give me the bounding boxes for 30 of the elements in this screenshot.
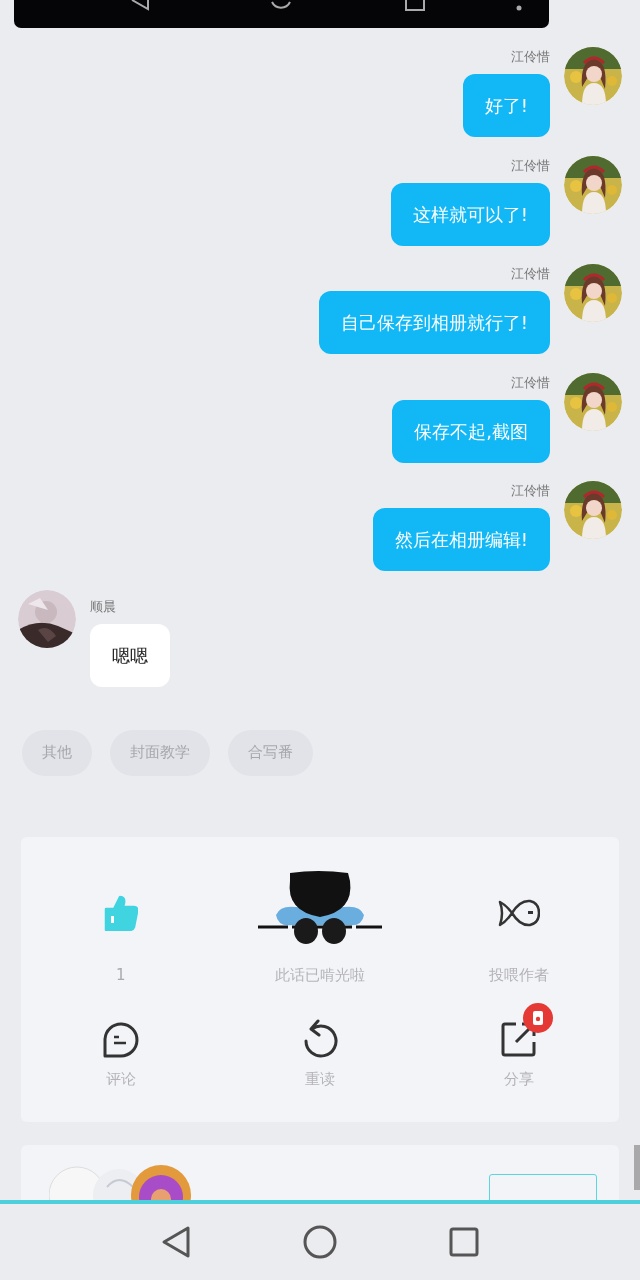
sender-name: 顺晨 — [90, 597, 116, 616]
comment-icon[interactable] — [101, 1019, 140, 1058]
message-bubble: 然后在相册编辑! — [372, 508, 550, 571]
message-bubble: 嗯嗯 — [90, 623, 170, 687]
recents-icon[interactable] — [449, 1227, 479, 1257]
tag-chip[interactable]: 封面教学 — [110, 729, 210, 776]
sender-name: 江伶惜 — [511, 156, 550, 175]
share-icon[interactable] — [501, 1020, 538, 1057]
back-icon[interactable] — [161, 1225, 191, 1259]
message-bubble: 这样就可以了! — [390, 182, 550, 246]
tag-chip[interactable]: 其他 — [22, 729, 92, 776]
message-bubble: 自己保存到相册就行了! — [318, 291, 550, 354]
scrollbar-thumb[interactable] — [634, 1145, 640, 1190]
sender-name: 江伶惜 — [511, 373, 550, 392]
action-label: 此话已啃光啦 — [275, 964, 365, 985]
action-label: 评论 — [105, 1068, 136, 1089]
message-bubble: 保存不起,截图 — [392, 399, 550, 463]
tag-chip[interactable]: 合写番 — [228, 729, 313, 776]
message-bubble: 好了! — [462, 74, 550, 137]
thumbs-up-icon[interactable] — [103, 894, 138, 931]
fish-icon[interactable] — [498, 897, 541, 928]
home-icon[interactable] — [303, 1225, 337, 1259]
reload-icon[interactable] — [302, 1018, 338, 1059]
sender-name: 江伶惜 — [511, 48, 550, 66]
action-label: 分享 — [504, 1068, 535, 1089]
action-label: 1 — [115, 964, 126, 985]
sender-name: 江伶惜 — [511, 482, 550, 500]
action-label: 重读 — [305, 1068, 335, 1089]
sender-name: 江伶惜 — [511, 265, 550, 283]
action-label: 投喂作者 — [489, 964, 550, 985]
